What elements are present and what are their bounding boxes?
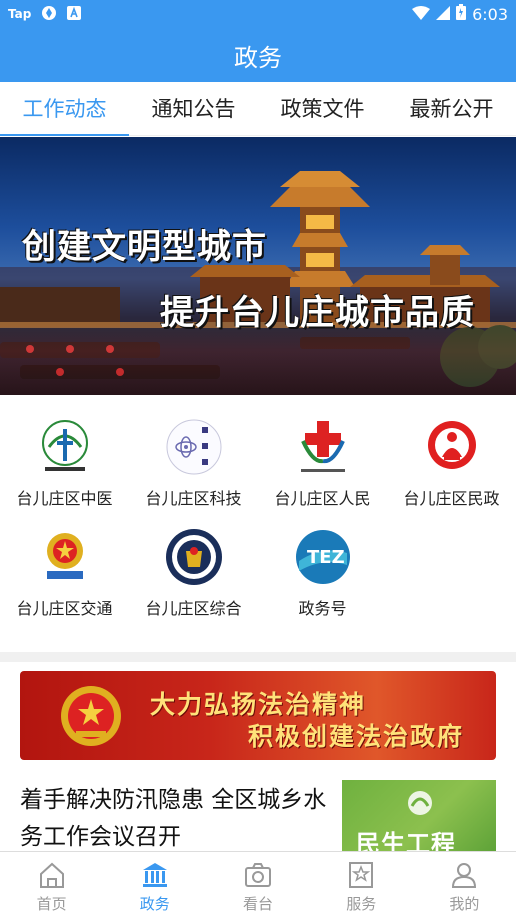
app-notification-icon	[67, 5, 82, 23]
section-divider	[0, 652, 516, 662]
status-bar: Tap 6:03	[0, 0, 516, 28]
dept-item-gov-accounts[interactable]: TEZ 政务号	[258, 527, 387, 619]
national-emblem-icon	[61, 686, 121, 746]
nav-label: 看台	[243, 895, 274, 913]
dept-label: 台儿庄区民政	[403, 489, 500, 508]
nav-label: 政务	[139, 895, 170, 913]
banner-headline-1: 创建文明型城市	[22, 227, 267, 267]
battery-icon	[456, 4, 467, 24]
tez-logo-icon: TEZ	[295, 530, 350, 584]
nav-label: 我的	[449, 895, 480, 913]
dept-item-law-enforcement[interactable]: 台儿庄区综合	[129, 527, 258, 619]
government-building-icon	[142, 863, 167, 887]
dept-item-science[interactable]: 台儿庄区科技	[129, 417, 258, 509]
thumb-caption: 民生工程	[356, 830, 456, 851]
hospital-logo-icon	[41, 420, 88, 471]
law-enforcement-emblem-icon	[165, 529, 222, 585]
status-bar-right: 6:03	[412, 4, 508, 24]
svg-text:TEZ: TEZ	[307, 547, 345, 568]
nav-profile[interactable]: 我的	[413, 852, 516, 918]
nav-home[interactable]: 首页	[0, 852, 103, 918]
bottom-navigation: 首页 政务 看台 服务 我的	[0, 851, 516, 918]
home-icon	[39, 862, 64, 888]
signal-icon	[436, 5, 451, 24]
thumb-logo-icon	[408, 791, 432, 815]
page-title: 政务	[234, 43, 282, 72]
app-bar: 政务	[0, 28, 516, 82]
tab-work-news[interactable]: 工作动态	[0, 82, 129, 136]
promo-line-2: 积极创建法治政府	[248, 722, 465, 751]
tab-policy-docs[interactable]: 政策文件	[258, 82, 387, 136]
person-icon	[452, 863, 477, 888]
news-thumbnail: 民生工程	[342, 780, 496, 851]
nav-label: 服务	[346, 895, 377, 913]
news-title: 着手解决防汛隐患 全区城乡水务工作会议召开	[20, 787, 327, 850]
bookmark-star-icon	[349, 862, 374, 888]
promo-line-1: 大力弘扬法治精神	[150, 690, 367, 719]
department-grid: 台儿庄区中医 台儿庄区科技 台儿庄区人民 台儿庄区民政 台儿庄区交通 台儿庄区综…	[0, 395, 516, 652]
tab-notices[interactable]: 通知公告	[129, 82, 258, 136]
nav-watch[interactable]: 看台	[206, 852, 309, 918]
sync-icon	[41, 5, 57, 24]
science-bureau-logo-icon	[166, 419, 221, 475]
hero-banner[interactable]: 创建文明型城市 提升台儿庄城市品质	[0, 137, 516, 395]
dept-item-peoples-hospital[interactable]: 台儿庄区人民	[258, 417, 387, 509]
peoples-hospital-logo-icon	[300, 421, 345, 472]
nav-services[interactable]: 服务	[310, 852, 413, 918]
camera-icon	[245, 863, 271, 887]
dept-label: 台儿庄区中医	[16, 489, 113, 508]
nav-government[interactable]: 政务	[103, 852, 206, 918]
dept-item-civil-affairs[interactable]: 台儿庄区民政	[387, 417, 516, 509]
dept-label: 台儿庄区交通	[16, 599, 113, 618]
status-bar-left: Tap	[8, 5, 82, 24]
banner-headline-2: 提升台儿庄城市品质	[160, 293, 475, 333]
tap-indicator: Tap	[8, 7, 32, 21]
tab-latest-public[interactable]: 最新公开	[387, 82, 516, 136]
dept-label: 台儿庄区科技	[145, 489, 242, 508]
category-tabs: 工作动态 通知公告 政策文件 最新公开	[0, 82, 516, 136]
clock: 6:03	[472, 4, 508, 24]
nav-label: 首页	[36, 895, 67, 913]
dept-label: 台儿庄区人民	[274, 489, 371, 508]
dept-item-transport[interactable]: 台儿庄区交通	[0, 527, 129, 619]
dept-label: 台儿庄区综合	[145, 599, 242, 618]
dept-label: 政务号	[298, 599, 347, 618]
wifi-icon	[412, 5, 431, 24]
news-list-item[interactable]: 着手解决防汛隐患 全区城乡水务工作会议召开 民生工程	[0, 770, 516, 851]
transport-emblem-icon	[46, 533, 83, 579]
dept-item-tcm[interactable]: 台儿庄区中医	[0, 417, 129, 509]
rule-of-law-banner[interactable]: 大力弘扬法治精神 积极创建法治政府	[20, 671, 496, 760]
civil-affairs-logo-icon	[427, 421, 476, 469]
